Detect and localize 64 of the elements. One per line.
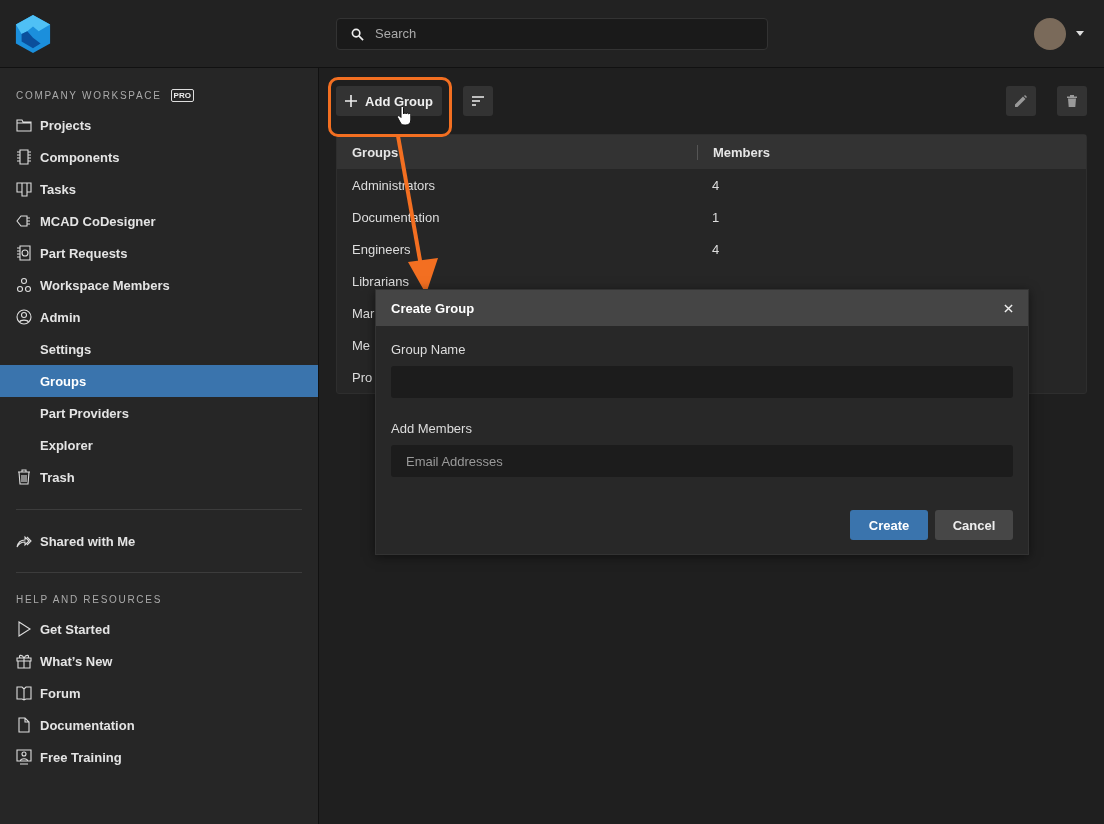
section-heading: HELP AND RESOURCES — [16, 593, 162, 605]
add-group-button[interactable]: Add Group — [336, 86, 442, 116]
sidebar-item[interactable]: Free Training — [0, 741, 318, 773]
sidebar-item[interactable]: Part Requests — [0, 237, 318, 269]
sidebar-item[interactable]: Part Providers — [0, 397, 318, 429]
folder-icon — [16, 117, 32, 133]
plug-icon — [16, 213, 32, 229]
sidebar-item[interactable]: Projects — [0, 109, 318, 141]
caret-icon[interactable] — [1076, 31, 1084, 36]
sort-button[interactable] — [463, 86, 493, 116]
book-icon — [16, 685, 32, 701]
sidebar-item[interactable]: What’s New — [0, 645, 318, 677]
file-icon — [16, 717, 32, 733]
sidebar-item[interactable]: Settings — [0, 333, 318, 365]
table-cell: Mar — [352, 305, 375, 321]
sidebar-item[interactable]: Trash — [0, 461, 318, 493]
user-circle-icon — [16, 309, 32, 325]
chip-icon — [16, 149, 32, 165]
table-cell: Pro — [352, 369, 373, 385]
play-icon — [16, 621, 32, 637]
sidebar-item[interactable]: Get Started — [0, 613, 318, 645]
sidebar-item[interactable]: MCAD CoDesigner — [0, 205, 318, 237]
dialog-title: Create Group — [391, 300, 475, 316]
edit-button[interactable] — [1006, 86, 1036, 116]
pencil-icon — [1015, 95, 1027, 107]
field-label: Group Name — [391, 342, 467, 357]
sidebar-item[interactable]: Tasks — [0, 173, 318, 205]
plus-icon — [345, 95, 358, 107]
sidebar-item[interactable]: Components — [0, 141, 318, 173]
people-icon — [16, 277, 32, 293]
sort-icon — [472, 95, 484, 107]
sidebar-item[interactable]: Forum — [0, 677, 318, 709]
document-icon — [16, 245, 32, 261]
board-icon — [16, 181, 32, 197]
close-icon[interactable] — [1004, 303, 1013, 313]
field-label: Add Members — [391, 421, 473, 436]
sidebar-item[interactable]: Shared with Me — [0, 525, 318, 557]
create-button[interactable]: Create — [850, 510, 928, 540]
cancel-button[interactable]: Cancel — [935, 510, 1013, 540]
input-field[interactable]: Email Addresses — [391, 445, 1013, 477]
column-header[interactable]: Groups — [337, 144, 697, 160]
logo-icon[interactable] — [15, 14, 51, 53]
column-header[interactable]: Members — [697, 144, 1086, 160]
sidebar-item[interactable]: Workspace Members — [0, 269, 318, 301]
sidebar-item[interactable]: Admin — [0, 301, 318, 333]
trash-icon — [1066, 95, 1078, 107]
gift-icon — [16, 653, 32, 669]
sidebar-item[interactable]: Explorer — [0, 429, 318, 461]
sidebar-item[interactable]: Documentation — [0, 709, 318, 741]
avatar[interactable] — [1034, 17, 1066, 50]
table-cell: 1 — [712, 209, 720, 225]
sidebar-item[interactable]: Groups — [0, 365, 318, 397]
table-cell: Librarians — [352, 273, 410, 289]
plan-badge: PRO — [170, 88, 194, 102]
table-cell: Me — [352, 337, 371, 353]
table-cell: Engineers — [352, 241, 411, 257]
table-cell: 4 — [712, 177, 720, 193]
delete-button[interactable] — [1057, 86, 1087, 116]
search-field[interactable]: Search — [336, 17, 768, 50]
presenter-icon — [16, 749, 32, 765]
section-heading: COMPANY WORKSPACE — [16, 89, 162, 101]
trash-icon — [16, 469, 32, 485]
share-arrow-icon — [16, 533, 32, 549]
table-cell: 4 — [712, 241, 720, 257]
